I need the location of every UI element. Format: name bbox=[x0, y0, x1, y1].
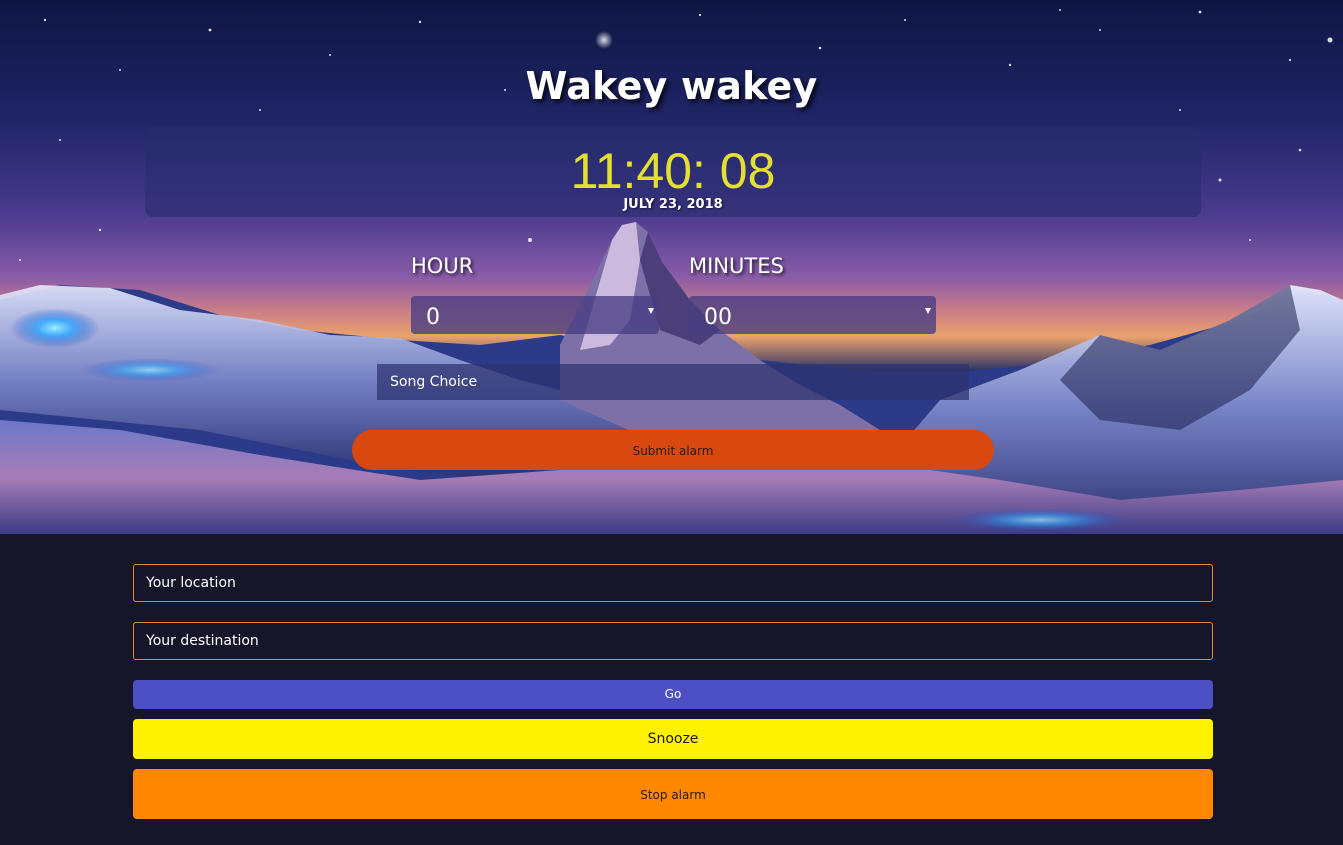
minutes-select[interactable]: 00 bbox=[689, 296, 936, 334]
minutes-label: MINUTES bbox=[689, 254, 784, 278]
clock-date: JULY 23, 2018 bbox=[623, 197, 723, 212]
location-input[interactable]: Your location bbox=[133, 564, 1213, 602]
song-choice-select[interactable]: Song Choice bbox=[377, 364, 969, 400]
hour-label: HOUR bbox=[411, 254, 474, 278]
hour-select-value: 0 bbox=[426, 305, 440, 330]
caret-down-icon bbox=[925, 308, 931, 314]
clock-panel: 11:40: 08 JULY 23, 2018 bbox=[145, 127, 1201, 217]
stop-alarm-button[interactable]: Stop alarm bbox=[133, 769, 1213, 819]
app-title: Wakey wakey bbox=[525, 64, 818, 108]
submit-alarm-button[interactable]: Submit alarm bbox=[352, 430, 994, 470]
minutes-select-value: 00 bbox=[704, 305, 732, 330]
go-button[interactable]: Go bbox=[133, 680, 1213, 709]
clock-time: 11:40: 08 bbox=[570, 143, 776, 199]
snooze-button[interactable]: Snooze bbox=[133, 719, 1213, 759]
destination-input[interactable]: Your destination bbox=[133, 622, 1213, 660]
caret-down-icon bbox=[648, 308, 654, 314]
hour-select[interactable]: 0 bbox=[411, 296, 659, 334]
hero-background: Wakey wakey 11:40: 08 JULY 23, 2018 HOUR… bbox=[0, 0, 1343, 534]
